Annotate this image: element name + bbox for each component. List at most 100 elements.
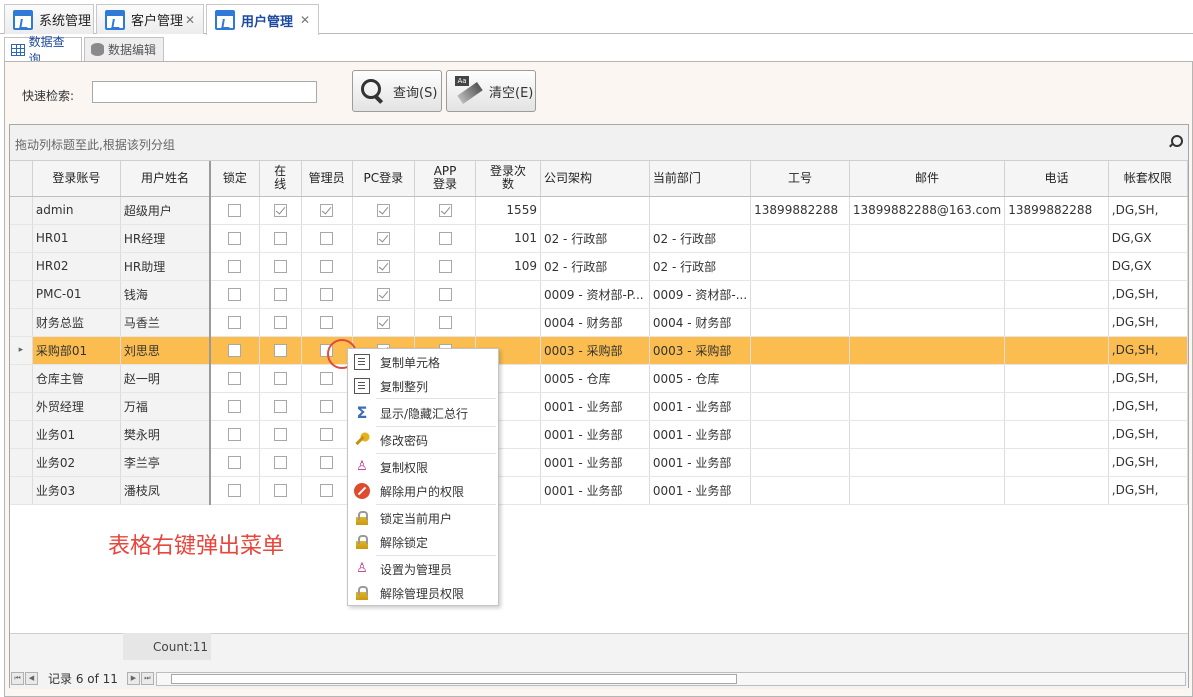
cell-company[interactable]: 0003 - 采购部 (540, 336, 650, 365)
cell-pc[interactable] (352, 224, 416, 253)
cell-company[interactable]: 02 - 行政部 (540, 252, 650, 281)
cell-company[interactable]: 0001 - 业务部 (540, 420, 650, 449)
cell-name[interactable]: 刘思思 (120, 336, 212, 365)
tab-customer-management[interactable]: 客户管理 ✕ (96, 4, 204, 34)
column-header[interactable]: 电话 (1004, 161, 1109, 197)
row-indicator[interactable] (10, 420, 33, 449)
cell-perm[interactable]: ,DG,SH, (1108, 308, 1189, 337)
checkbox[interactable] (273, 484, 287, 497)
row-indicator[interactable] (10, 308, 33, 337)
cell-online[interactable] (259, 196, 302, 225)
cell-email[interactable] (849, 336, 1006, 365)
row-indicator[interactable] (10, 224, 33, 253)
cell-logins[interactable]: 1559 (475, 196, 541, 225)
column-header[interactable]: 邮件 (849, 161, 1006, 197)
checkbox[interactable] (228, 288, 242, 301)
cell-empno[interactable] (750, 308, 850, 337)
cell-dept[interactable]: 02 - 行政部 (649, 224, 752, 253)
cell-logins[interactable] (475, 308, 541, 337)
cell-company[interactable]: 0001 - 业务部 (540, 392, 650, 421)
next-record-button[interactable]: ▶ (126, 671, 140, 685)
column-header[interactable]: 当前部门 (649, 161, 752, 197)
cell-perm[interactable]: DG,GX (1108, 224, 1189, 253)
cell-online[interactable] (259, 336, 302, 365)
checkbox[interactable] (273, 456, 287, 469)
checkbox[interactable] (320, 316, 334, 329)
column-header[interactable]: 工号 (750, 161, 850, 197)
cell-perm[interactable]: ,DG,SH, (1108, 420, 1189, 449)
last-record-button[interactable]: ⏭ (140, 671, 154, 685)
cell-online[interactable] (259, 448, 302, 477)
cell-logins[interactable]: 101 (475, 224, 541, 253)
cell-email[interactable] (849, 364, 1006, 393)
cell-account[interactable]: 仓库主管 (32, 364, 121, 393)
cell-dept[interactable]: 0001 - 业务部 (649, 476, 752, 505)
cell-dept[interactable]: 02 - 行政部 (649, 252, 752, 281)
cell-locked[interactable] (210, 476, 260, 505)
cell-online[interactable] (259, 308, 302, 337)
cell-empno[interactable] (750, 364, 850, 393)
cell-online[interactable] (259, 420, 302, 449)
cell-app[interactable] (414, 280, 476, 309)
cell-online[interactable] (259, 476, 302, 505)
cell-admin[interactable] (301, 392, 353, 421)
find-icon[interactable] (1168, 135, 1183, 149)
table-row[interactable]: 业务01 樊永明 0001 - 业务部 0001 - 业务部 ,DG,SH, (10, 420, 1189, 449)
menu-item-revoke-admin[interactable]: 解除管理员权限 (348, 582, 498, 604)
checkbox[interactable] (228, 372, 242, 385)
cell-account[interactable]: admin (32, 196, 121, 225)
cell-dept[interactable]: 0009 - 资材部-... (649, 280, 752, 309)
table-row[interactable]: 仓库主管 赵一明 0005 - 仓库 0005 - 仓库 ,DG,SH, (10, 364, 1189, 393)
checkbox[interactable] (438, 316, 452, 329)
cell-perm[interactable]: ,DG,SH, (1108, 280, 1189, 309)
column-header[interactable]: 管理员 (301, 161, 353, 197)
menu-item-lock-user[interactable]: 锁定当前用户 (348, 507, 498, 529)
cell-company[interactable]: 0001 - 业务部 (540, 448, 650, 477)
table-row[interactable]: 业务02 李兰亭 0001 - 业务部 0001 - 业务部 ,DG,SH, (10, 448, 1189, 477)
cell-pc[interactable] (352, 308, 416, 337)
checkbox[interactable] (438, 204, 452, 217)
cell-app[interactable] (414, 196, 476, 225)
table-row[interactable]: PMC-01 钱海 0009 - 资材部-P... 0009 - 资材部-... ,DG… (10, 280, 1189, 309)
checkbox[interactable] (273, 260, 287, 273)
table-row[interactable]: admin 超级用户 1559 13899882288 13899882288@163.… (10, 196, 1189, 225)
tab-system-management[interactable]: 系统管理 (4, 4, 94, 34)
checkbox[interactable] (438, 232, 452, 245)
row-indicator[interactable] (10, 392, 33, 421)
menu-item-copy-permission[interactable]: ♙ 复制权限 (348, 456, 498, 478)
cell-admin[interactable] (301, 420, 353, 449)
menu-item-set-admin[interactable]: ♙ 设置为管理员 (348, 558, 498, 580)
cell-email[interactable] (849, 420, 1006, 449)
cell-name[interactable]: 潘枝凤 (120, 476, 212, 505)
cell-dept[interactable]: 0003 - 采购部 (649, 336, 752, 365)
cell-phone[interactable] (1004, 308, 1109, 337)
cell-account[interactable]: 采购部01 (32, 336, 121, 365)
cell-locked[interactable] (210, 336, 260, 365)
first-record-button[interactable]: ⏮ (11, 671, 24, 685)
table-row[interactable]: 外贸经理 万福 0001 - 业务部 0001 - 业务部 ,DG,SH, (10, 392, 1189, 421)
cell-name[interactable]: HR助理 (120, 252, 212, 281)
close-icon[interactable]: ✕ (185, 13, 195, 27)
checkbox[interactable] (273, 232, 287, 245)
menu-item-unlock-user[interactable]: 解除锁定 (348, 531, 498, 553)
checkbox[interactable] (273, 372, 287, 385)
column-header[interactable]: 在线 (259, 161, 302, 197)
checkbox[interactable] (438, 260, 452, 273)
cell-dept[interactable]: 0004 - 财务部 (649, 308, 752, 337)
cell-account[interactable]: HR02 (32, 252, 121, 281)
tab-data-query[interactable]: 数据查询 (4, 35, 82, 66)
cell-perm[interactable]: ,DG,SH, (1108, 392, 1189, 421)
cell-online[interactable] (259, 252, 302, 281)
cell-name[interactable]: 赵一明 (120, 364, 212, 393)
cell-dept[interactable]: 0005 - 仓库 (649, 364, 752, 393)
cell-email[interactable] (849, 476, 1006, 505)
checkbox[interactable] (320, 400, 334, 413)
cell-phone[interactable] (1004, 392, 1109, 421)
cell-locked[interactable] (210, 252, 260, 281)
cell-name[interactable]: 李兰亭 (120, 448, 212, 477)
cell-account[interactable]: 业务02 (32, 448, 121, 477)
checkbox[interactable] (376, 204, 390, 217)
cell-dept[interactable]: 0001 - 业务部 (649, 392, 752, 421)
close-icon[interactable]: ✕ (300, 13, 310, 27)
cell-account[interactable]: PMC-01 (32, 280, 121, 309)
